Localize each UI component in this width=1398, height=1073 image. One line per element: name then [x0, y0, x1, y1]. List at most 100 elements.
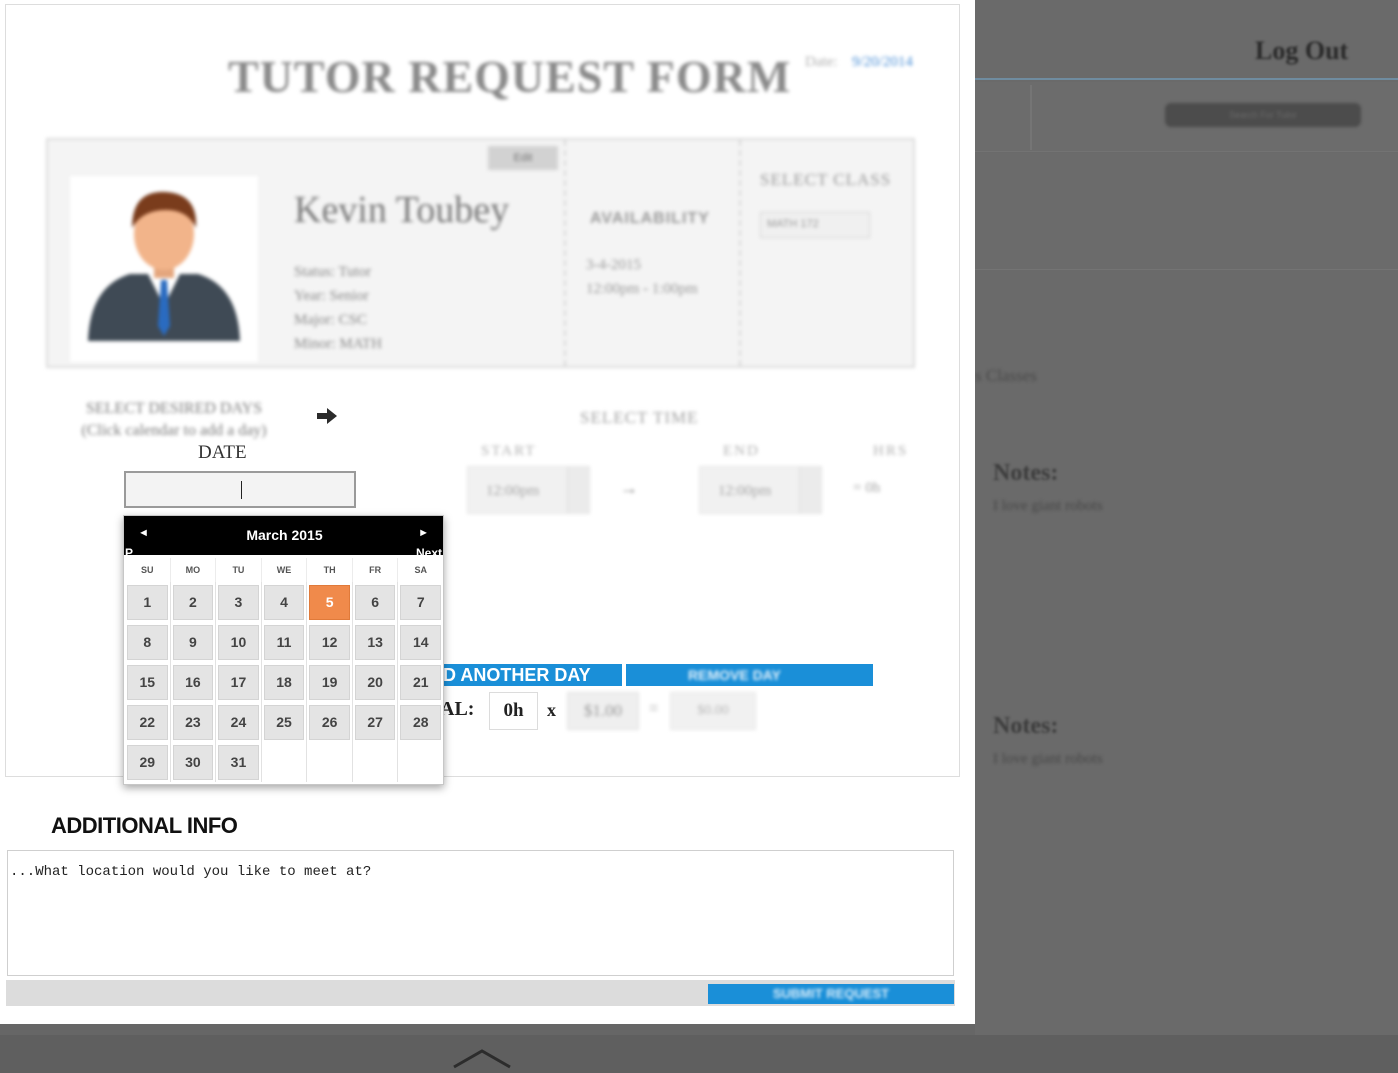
- calendar-day[interactable]: 14: [400, 625, 442, 660]
- calendar-day[interactable]: 17: [218, 665, 259, 700]
- calendar-day-cell: 25: [262, 702, 308, 742]
- tutor-avatar: [70, 176, 258, 362]
- class-select[interactable]: MATH 172: [760, 212, 870, 238]
- hrs-label: HRS: [873, 443, 909, 459]
- calendar-day-cell: 12: [307, 622, 353, 662]
- total-label: AL:: [440, 698, 475, 720]
- chevron-up-icon[interactable]: [452, 1045, 512, 1069]
- select-days-hint: (Click calendar to add a day): [81, 422, 267, 439]
- calendar-day[interactable]: 20: [354, 665, 396, 700]
- calendar-day-cell: 24: [216, 702, 262, 742]
- calendar-empty-cell: [307, 742, 353, 782]
- date-value: 9/20/2014: [852, 54, 913, 70]
- calendar-day-cell: 10: [216, 622, 262, 662]
- weekday-label: TU: [216, 558, 262, 582]
- weekday-label: SA: [398, 558, 443, 582]
- calendar-day[interactable]: 7: [400, 585, 442, 620]
- calendar-day-cell: 30: [171, 742, 217, 782]
- spinner-icon[interactable]: [799, 467, 821, 513]
- calendar-day[interactable]: 22: [127, 705, 168, 740]
- notes-title-1: Notes:: [993, 460, 1059, 486]
- date-input[interactable]: [124, 471, 356, 508]
- calendar-day-cell: 13: [353, 622, 399, 662]
- notes-text-1: I love giant robots: [993, 498, 1103, 514]
- arrow-right-icon: [317, 408, 337, 424]
- hours-value: = 0h: [853, 480, 881, 496]
- calendar-day[interactable]: 21: [400, 665, 442, 700]
- search-input[interactable]: Search For Tutor: [1165, 103, 1361, 127]
- calendar-day[interactable]: 15: [127, 665, 168, 700]
- calendar-day-cell: 14: [398, 622, 443, 662]
- start-time-select[interactable]: 12:00pm: [467, 466, 590, 514]
- calendar-day[interactable]: 28: [400, 705, 442, 740]
- calendar-day[interactable]: 27: [354, 705, 396, 740]
- calendar-day[interactable]: 1: [127, 585, 168, 620]
- calendar-day-cell: 20: [353, 662, 399, 702]
- tutor-name: Kevin Toubey: [294, 189, 510, 231]
- start-label: START: [481, 443, 537, 459]
- tutor-minor: Minor: MATH: [294, 336, 382, 352]
- add-another-day-button[interactable]: D ANOTHER DAY: [443, 664, 591, 686]
- calendar-day[interactable]: 11: [263, 625, 305, 660]
- calendar-day-cell: 29: [125, 742, 171, 782]
- bottom-bar: [0, 1035, 1398, 1073]
- availability-date: 3-4-2015: [586, 257, 641, 273]
- calendar-header: ◄ P March 2015 ► Next: [124, 516, 443, 559]
- calendar-empty-cell: [262, 742, 308, 782]
- logout-link[interactable]: Log Out: [1255, 36, 1348, 66]
- select-days-title: SELECT DESIRED DAYS (Click calendar to a…: [74, 398, 274, 442]
- calendar-day-cell: 22: [125, 702, 171, 742]
- calendar-day-selected[interactable]: 5: [309, 585, 350, 620]
- calendar-day[interactable]: 3: [218, 585, 259, 620]
- person-icon: [88, 191, 240, 341]
- calendar-week-row: 1234567: [125, 582, 443, 622]
- calendar-day-cell: 21: [398, 662, 443, 702]
- calendar-day[interactable]: 10: [218, 625, 259, 660]
- calendar-day[interactable]: 8: [127, 625, 168, 660]
- end-time-select[interactable]: 12:00pm: [699, 466, 822, 514]
- calendar-day[interactable]: 26: [309, 705, 350, 740]
- weekday-label: FR: [353, 558, 399, 582]
- edit-button[interactable]: Edit: [488, 146, 558, 170]
- weekday-header: SU MO TU WE TH FR SA: [125, 558, 443, 582]
- weekday-label: WE: [262, 558, 308, 582]
- weekday-label: TH: [307, 558, 353, 582]
- weekday-label: MO: [171, 558, 217, 582]
- calendar-day[interactable]: 13: [354, 625, 396, 660]
- calendar-day-cell: 1: [125, 582, 171, 622]
- calendar-day-cell: 3: [216, 582, 262, 622]
- next-month-icon[interactable]: ►: [418, 527, 429, 539]
- calendar-weeks: 1 2 3 4 5 6 7 8 9 10 11 12 13 14 15 16 17 18 19 20 21 22 23 24 2…: [125, 582, 443, 782]
- form-title: TUTOR REQUEST FORM: [228, 51, 792, 102]
- calendar-day[interactable]: 4: [263, 585, 305, 620]
- classes-label: s Classes: [975, 366, 1037, 385]
- calendar-day[interactable]: 31: [218, 745, 259, 780]
- availability-title: AVAILABILITY: [590, 210, 710, 227]
- calendar-day[interactable]: 29: [127, 745, 168, 780]
- calendar-day[interactable]: 6: [354, 585, 396, 620]
- text-caret: [241, 481, 242, 499]
- total-cost: $0.00: [670, 692, 756, 730]
- calendar-day-cell: 2: [171, 582, 217, 622]
- calendar-day[interactable]: 12: [309, 625, 350, 660]
- calendar-day[interactable]: 2: [172, 585, 214, 620]
- tutor-year: Year: Senior: [294, 288, 369, 304]
- calendar-day[interactable]: 30: [172, 745, 214, 780]
- calendar-month-title: March 2015: [246, 527, 323, 543]
- select-days-heading: SELECT DESIRED DAYS: [85, 400, 263, 417]
- calendar-day[interactable]: 24: [218, 705, 259, 740]
- additional-info-placeholder: ...What location would you like to meet …: [10, 864, 372, 880]
- calendar-day[interactable]: 16: [172, 665, 214, 700]
- spinner-icon[interactable]: [567, 467, 589, 513]
- calendar-day[interactable]: 23: [172, 705, 214, 740]
- calendar-day[interactable]: 18: [263, 665, 305, 700]
- remove-day-button[interactable]: REMOVE DAY: [688, 664, 781, 686]
- calendar-day[interactable]: 19: [309, 665, 350, 700]
- tutor-status: Status: Tutor: [294, 264, 372, 280]
- calendar-week-row: 15 16 17 18 19 20 21: [125, 662, 443, 702]
- nav-divider: [1030, 85, 1032, 150]
- submit-request-label: SUBMIT REQUEST: [772, 986, 890, 1001]
- calendar-day-cell: 9: [171, 622, 217, 662]
- calendar-day[interactable]: 25: [263, 705, 305, 740]
- calendar-day[interactable]: 9: [172, 625, 214, 660]
